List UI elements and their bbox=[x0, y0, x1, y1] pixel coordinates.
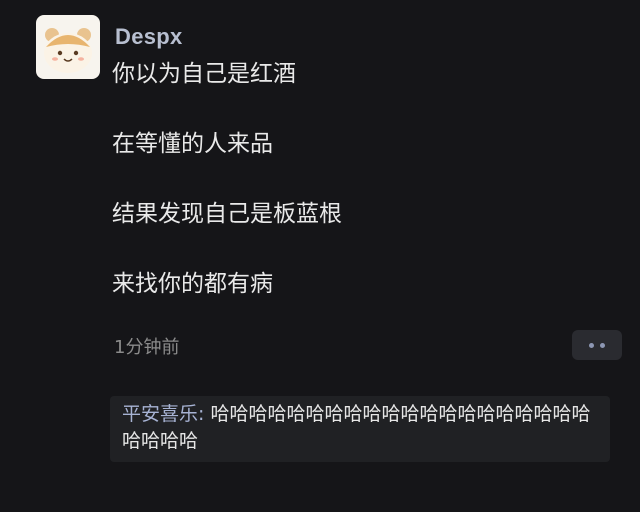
comment-section: 平安喜乐: 哈哈哈哈哈哈哈哈哈哈哈哈哈哈哈哈哈哈哈哈哈哈哈哈 bbox=[110, 396, 610, 462]
post-line: 你以为自己是红酒 bbox=[112, 61, 296, 87]
comment-separator: : bbox=[198, 403, 211, 425]
ellipsis-icon bbox=[589, 342, 594, 348]
avatar[interactable] bbox=[36, 15, 100, 79]
more-actions-button[interactable] bbox=[572, 330, 622, 360]
moment-post: Despx 你以为自己是红酒 在等懂的人来品 结果发现自己是板蓝根 来找你的都有… bbox=[0, 0, 640, 512]
comment-item[interactable]: 平安喜乐: 哈哈哈哈哈哈哈哈哈哈哈哈哈哈哈哈哈哈哈哈哈哈哈哈 bbox=[122, 401, 598, 455]
post-author-name[interactable]: Despx bbox=[115, 24, 183, 50]
post-content: 你以为自己是红酒 在等懂的人来品 结果发现自己是板蓝根 来找你的都有病 bbox=[112, 58, 342, 338]
ellipsis-icon bbox=[600, 342, 605, 348]
bear-cat-avatar-icon bbox=[44, 28, 92, 73]
comment-author[interactable]: 平安喜乐 bbox=[122, 403, 198, 425]
post-timestamp: 1分钟前 bbox=[114, 337, 180, 358]
post-line: 结果发现自己是板蓝根 bbox=[112, 201, 342, 227]
post-line: 在等懂的人来品 bbox=[112, 131, 273, 157]
post-line: 来找你的都有病 bbox=[112, 271, 273, 297]
